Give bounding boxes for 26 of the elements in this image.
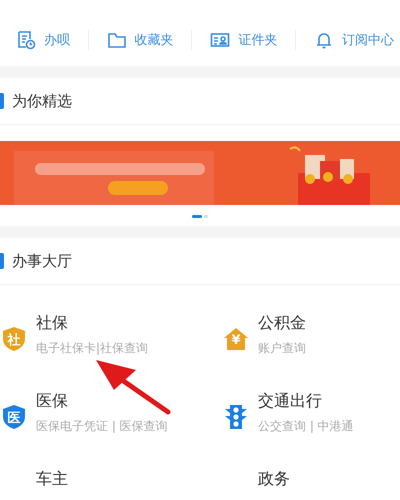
service-title: 车主 <box>36 469 68 490</box>
service-subtitle: 医保电子凭证 | 医保查询 <box>36 418 168 435</box>
service-item[interactable]: 政务 <box>222 469 400 500</box>
shield-icon: 医 <box>0 403 28 431</box>
folder-icon <box>106 30 127 50</box>
section-accent <box>0 93 4 109</box>
house-icon: ¥ <box>222 325 250 353</box>
shield-icon: 社 <box>0 325 28 353</box>
service-item[interactable]: 医 医保 医保电子凭证 | 医保查询 <box>0 391 222 435</box>
service-item[interactable]: 车主 <box>0 469 222 500</box>
service-title: 社保 <box>36 313 69 334</box>
service-item[interactable]: 交通出行 公交查询 | 中港通 <box>222 391 400 435</box>
service-item[interactable]: 社 社保 电子社保卡|社保查询 <box>0 313 222 357</box>
service-item[interactable]: ¥ 公积金 账户查询 <box>222 313 400 357</box>
service-subtitle: 账户查询 <box>258 340 306 357</box>
section-title: 为你精选 <box>12 92 72 110</box>
service-title: 政务 <box>258 469 290 490</box>
id-card-icon <box>210 30 230 50</box>
section-accent <box>0 253 4 269</box>
service-title: 交通出行 <box>258 391 323 412</box>
document-clock-icon <box>16 30 36 50</box>
service-subtitle: 公交查询 | 中港通 <box>258 418 354 435</box>
service-title: 公积金 <box>258 313 306 334</box>
service-subtitle: 电子社保卡|社保查询 <box>36 340 148 357</box>
service-title: 医保 <box>36 391 69 412</box>
section-title: 办事大厅 <box>12 252 72 270</box>
